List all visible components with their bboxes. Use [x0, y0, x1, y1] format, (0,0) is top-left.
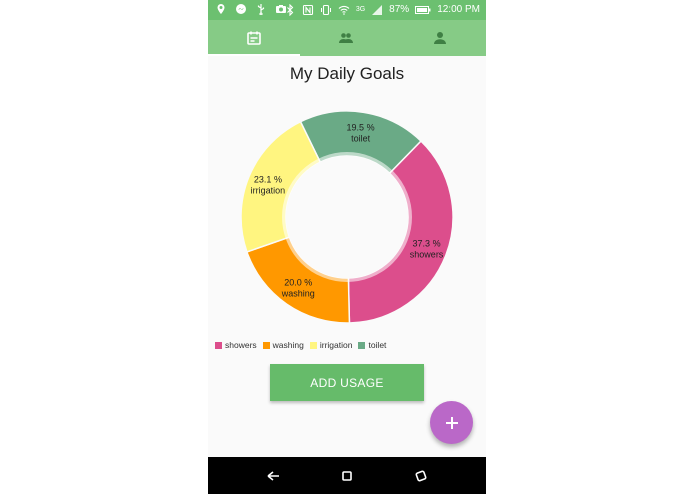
donut-inner-ring [282, 152, 412, 282]
messenger-icon [236, 4, 246, 14]
slice-showers [347, 140, 454, 324]
add-usage-button[interactable]: ADD USAGE [270, 364, 424, 401]
app-screen: 3G 87% 12:00 PM My Daily Goals 19.5 % toi… [208, 0, 486, 494]
nfc-icon [302, 4, 313, 16]
legend-label: toilet [368, 340, 387, 350]
legend-swatch [309, 341, 317, 349]
legend-swatch [262, 341, 270, 349]
add-fab-button[interactable] [430, 401, 473, 444]
calendar-icon [247, 31, 261, 45]
tab-profile[interactable] [394, 20, 486, 56]
slice-label-showers: 37.3 % showers [410, 238, 444, 259]
legend-label: washing [272, 340, 304, 350]
system-nav-bar [208, 457, 486, 494]
slice-label-irrigation: 23.1 % irrigation [251, 174, 286, 195]
status-bar: 3G 87% 12:00 PM [208, 0, 486, 20]
group-icon [339, 33, 353, 43]
back-icon[interactable] [264, 467, 282, 485]
legend-swatch [215, 341, 222, 349]
legend-label: irrigation [319, 340, 353, 350]
legend-label: showers [225, 340, 257, 350]
network-type: 3G [355, 6, 366, 13]
person-icon [434, 32, 446, 44]
tab-calendar[interactable] [208, 20, 300, 56]
daily-goals-donut-chart: 19.5 % toilet37.3 % showers20.0 % washing23… [240, 110, 454, 324]
clock: 12:00 PM [437, 4, 480, 15]
legend-item-washing: washing [262, 340, 304, 350]
recents-icon[interactable] [412, 467, 430, 485]
slice-label-washing: 20.0 % washing [281, 277, 315, 298]
bluetooth-icon [286, 4, 294, 16]
page-title: My Daily Goals [289, 64, 405, 83]
legend-item-toilet: toilet [358, 340, 386, 350]
legend-swatch [358, 341, 366, 349]
battery-percent: 87% [389, 4, 410, 15]
battery-icon [415, 6, 431, 14]
signal-icon [372, 5, 383, 15]
chart-legend: showers washing irrigation toilet [215, 340, 386, 350]
location-icon [217, 4, 225, 14]
plus-icon [445, 416, 458, 429]
tab-group[interactable] [300, 20, 392, 56]
selected-tab-indicator [208, 54, 300, 56]
legend-item-irrigation: irrigation [309, 340, 353, 350]
home-icon[interactable] [338, 467, 356, 485]
wifi-icon [338, 5, 350, 15]
tab-bar [208, 20, 486, 56]
usb-icon [257, 4, 265, 15]
vibrate-icon [320, 4, 331, 16]
legend-item-showers: showers [215, 340, 257, 350]
